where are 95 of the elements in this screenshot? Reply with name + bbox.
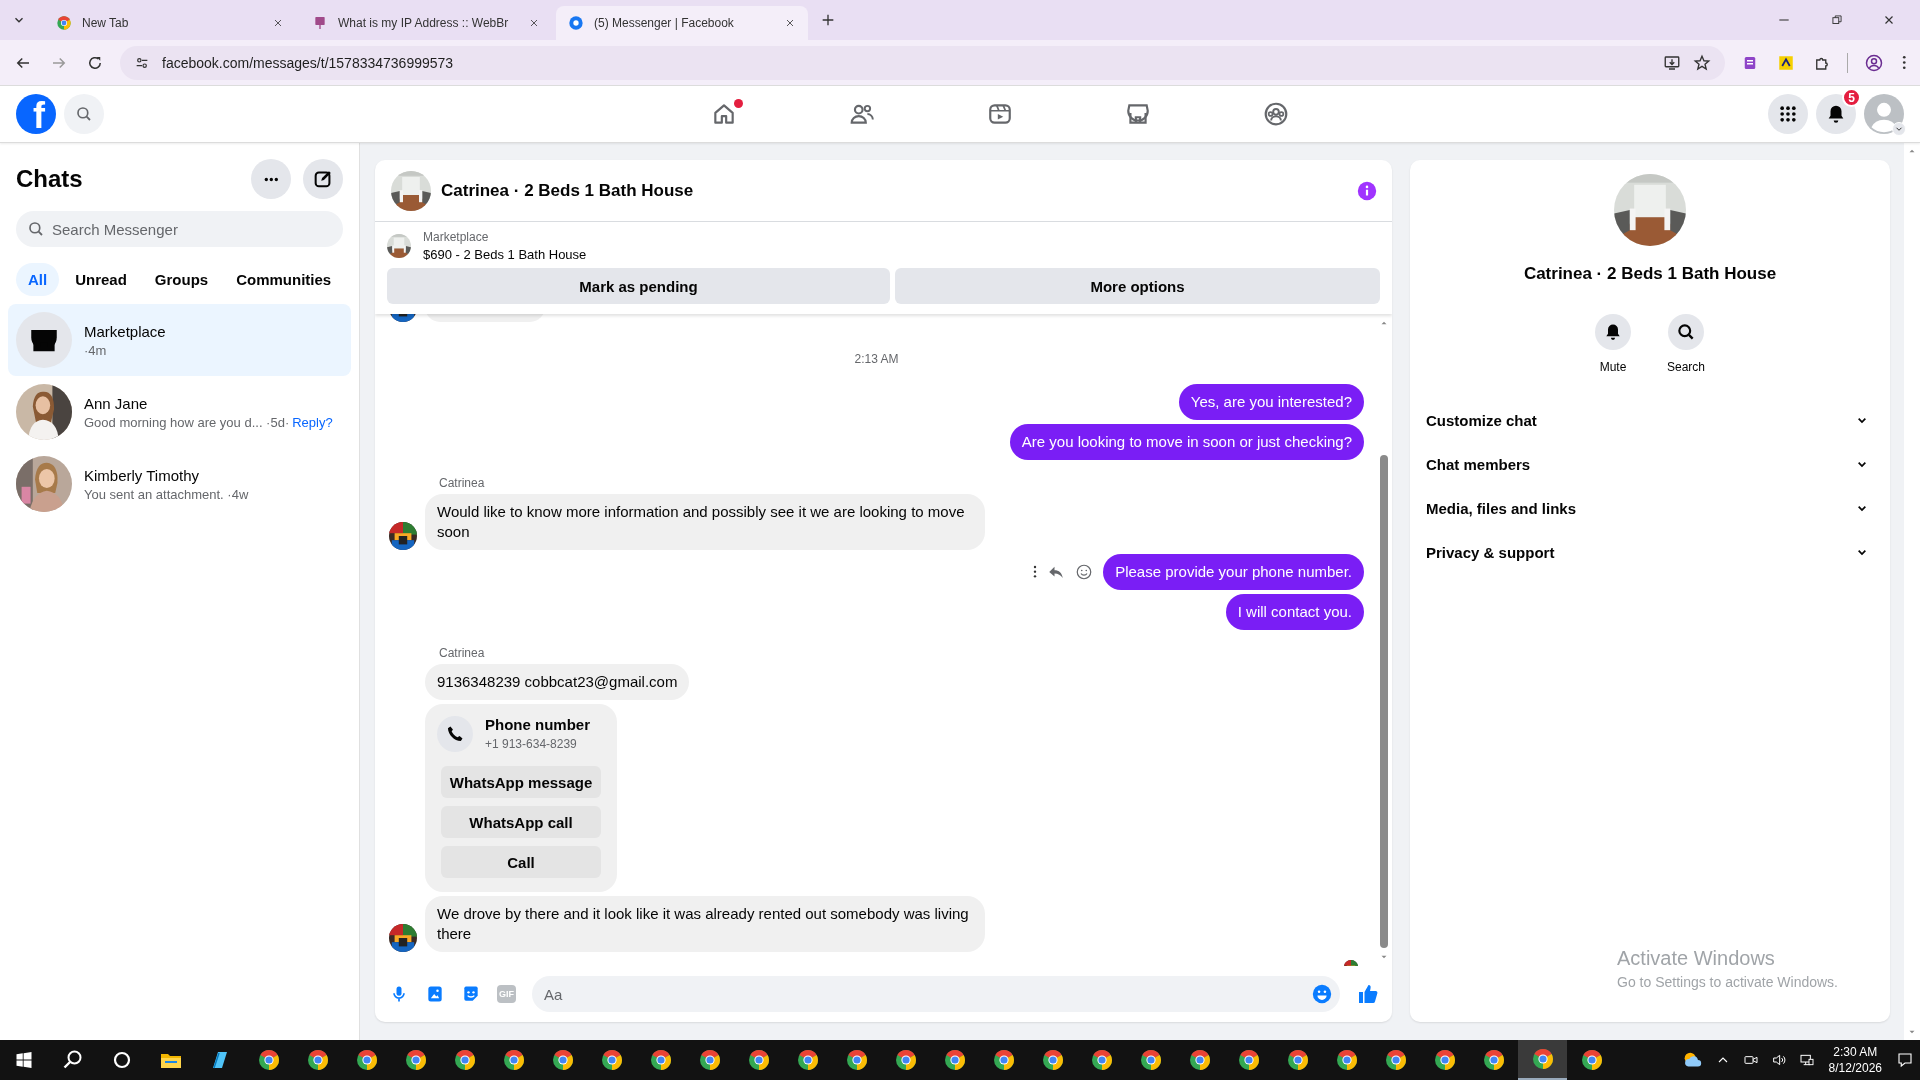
restore-icon[interactable]: [1830, 13, 1844, 27]
clock-time: 2:30 AM: [1833, 1044, 1878, 1060]
clock-date: 8/12/2026: [1828, 1060, 1882, 1076]
listing-source: Marketplace: [423, 230, 490, 244]
activation-hint: Go to Settings to activate Windows.: [1617, 974, 1838, 990]
search-icon: [1676, 322, 1696, 342]
new-tab-icon[interactable]: [820, 12, 836, 28]
url-text: facebook.com/messages/t/1578334736999573: [162, 54, 454, 71]
timestamp: 2:13 AM: [853, 352, 900, 366]
store-icon: [16, 312, 72, 368]
browser-tab[interactable]: (5) Messenger | Facebook: [556, 6, 808, 40]
close-icon[interactable]: [272, 17, 284, 29]
home-nav-icon[interactable]: [711, 101, 737, 127]
details-title: Catrinea · 2 Beds 1 Bath House: [1522, 264, 1778, 284]
action-label: Mute: [1599, 360, 1627, 374]
address-field[interactable]: facebook.com/messages/t/1578334736999573: [120, 45, 1725, 80]
phone-number: +1 913-634-8239: [485, 737, 578, 751]
browser-tab[interactable]: New Tab: [44, 6, 296, 40]
chat-preview: ·4m: [84, 342, 107, 358]
tab-title: What is my IP Address :: WebBr: [338, 16, 510, 30]
message-bubble: 9136348239 cobbcat23@gmail.com: [425, 664, 690, 700]
listing-action-button[interactable]: Mark as pending: [387, 268, 890, 304]
chat-preview: You sent an attachment. ·4w: [84, 486, 249, 502]
grid-icon: [1778, 104, 1798, 124]
more-icon[interactable]: [1033, 565, 1038, 579]
section-row[interactable]: Privacy & support: [1426, 530, 1874, 574]
contact-action-button[interactable]: WhatsApp call: [441, 806, 601, 838]
chrome-icon: [56, 15, 72, 31]
groups-nav-icon[interactable]: [1263, 101, 1289, 127]
like-icon[interactable]: [1356, 982, 1380, 1006]
filter-tab[interactable]: Unread: [63, 263, 139, 296]
mute-button[interactable]: [1595, 314, 1631, 350]
sticker-icon[interactable]: [461, 984, 481, 1004]
new-message-button[interactable]: [303, 159, 343, 199]
star-icon[interactable]: [1692, 53, 1711, 72]
page-icon: [312, 15, 328, 31]
tab-title: (5) Messenger | Facebook: [594, 16, 735, 30]
section-row[interactable]: Customize chat: [1426, 398, 1874, 442]
chats-title: Chats: [16, 165, 84, 193]
message-field[interactable]: Aa: [532, 976, 1340, 1012]
filter-tab[interactable]: Groups: [142, 263, 221, 296]
search-field[interactable]: Search Messenger: [16, 211, 343, 247]
close-icon[interactable]: [528, 17, 540, 29]
browser-tab[interactable]: What is my IP Address :: WebBr: [300, 6, 552, 40]
chat-item[interactable]: Marketplace ·4m: [8, 304, 351, 376]
chat-name: Marketplace: [84, 322, 166, 340]
notification-count: 5: [1842, 88, 1861, 107]
action-label: Search: [1667, 360, 1705, 374]
image-icon[interactable]: [425, 984, 445, 1004]
message-bubble: Yes, are you interested?: [1178, 384, 1364, 420]
message-bubble: Would like to know more information and possibly see it we are looking to move soon: [425, 494, 985, 550]
tab-title: New Tab: [82, 16, 130, 30]
chat-name: Kimberly Timothy: [84, 466, 201, 484]
marketplace-nav-icon[interactable]: [1125, 101, 1151, 127]
facebook-logo[interactable]: f: [16, 94, 56, 134]
filter-tab[interactable]: Communities: [224, 263, 344, 296]
search-icon: [75, 105, 93, 123]
contact-action-button[interactable]: WhatsApp message: [441, 766, 601, 798]
message-bubble: I will contact you.: [1225, 594, 1364, 630]
section-title: Chat members: [1426, 455, 1532, 473]
chat-item[interactable]: Ann Jane Good morning how are you d... ·5d· Reply?: [8, 376, 351, 448]
reply-link[interactable]: Reply?: [292, 414, 333, 430]
more-icon: [262, 176, 280, 182]
section-title: Customize chat: [1426, 411, 1538, 429]
chat-name: Ann Jane: [84, 394, 149, 412]
sender-name: Catrinea: [439, 476, 486, 490]
sender-name: Catrinea: [439, 646, 486, 660]
chat-item[interactable]: Kimberly Timothy You sent an attachment. ·4w: [8, 448, 351, 520]
message-bubble: Are you looking to move in soon or just checking?: [1009, 424, 1364, 460]
message-bubble: We drove by there and it look like it was already rented out somebody was living there: [425, 896, 985, 952]
section-title: Privacy & support: [1426, 543, 1556, 561]
filter-tab[interactable]: All: [16, 263, 60, 296]
search-button[interactable]: [1668, 314, 1704, 350]
emoji-icon[interactable]: [1311, 983, 1333, 1005]
contact-action-button[interactable]: Call: [441, 846, 601, 878]
emoji-icon[interactable]: [1075, 563, 1094, 581]
video-nav-icon[interactable]: [987, 101, 1013, 127]
install-icon[interactable]: [1662, 53, 1681, 72]
listing-title: $690 - 2 Beds 1 Bath House: [423, 247, 587, 262]
section-row[interactable]: Chat members: [1426, 442, 1874, 486]
chrome-icon[interactable]: [1518, 1040, 1567, 1080]
section-row[interactable]: Media, files and links: [1426, 486, 1874, 530]
listing-action-button[interactable]: More options: [895, 268, 1380, 304]
chat-preview: Good morning how are you d... ·5d·: [84, 414, 290, 430]
phone-icon: [437, 716, 473, 752]
message-bubble: Please provide your phone number.: [1103, 554, 1364, 590]
contact-title: Phone number: [485, 716, 590, 733]
activation-title: Activate Windows: [1617, 947, 1776, 970]
facebook-icon: [568, 15, 584, 31]
menu-button[interactable]: [1768, 94, 1808, 134]
info-icon[interactable]: [1356, 179, 1378, 202]
close-icon[interactable]: [784, 17, 796, 29]
section-title: Media, files and links: [1426, 499, 1578, 517]
search-icon: [27, 220, 45, 238]
conversation-title: Catrinea · 2 Beds 1 Bath House: [441, 180, 694, 201]
